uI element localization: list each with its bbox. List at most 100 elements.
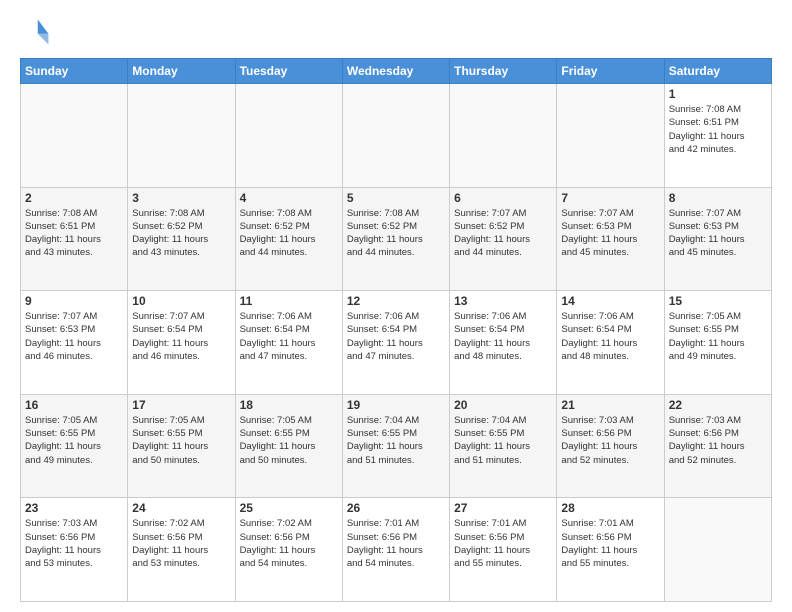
calendar-week-row: 16 Sunrise: 7:05 AM Sunset: 6:55 PM Dayli… [21, 394, 772, 498]
calendar-day-header: Tuesday [235, 59, 342, 84]
day-number: 11 [240, 294, 338, 308]
calendar-day-cell: 1 Sunrise: 7:08 AM Sunset: 6:51 PM Daylig… [664, 84, 771, 188]
calendar-day-cell [664, 498, 771, 602]
logo [20, 16, 56, 48]
calendar-day-cell: 18 Sunrise: 7:05 AM Sunset: 6:55 PM Dayli… [235, 394, 342, 498]
day-info: Sunrise: 7:07 AM Sunset: 6:54 PM Dayligh… [132, 310, 230, 363]
day-info: Sunrise: 7:03 AM Sunset: 6:56 PM Dayligh… [561, 414, 659, 467]
calendar-day-header: Saturday [664, 59, 771, 84]
day-number: 5 [347, 191, 445, 205]
day-info: Sunrise: 7:08 AM Sunset: 6:52 PM Dayligh… [347, 207, 445, 260]
day-number: 13 [454, 294, 552, 308]
day-number: 6 [454, 191, 552, 205]
day-number: 1 [669, 87, 767, 101]
day-info: Sunrise: 7:01 AM Sunset: 6:56 PM Dayligh… [561, 517, 659, 570]
day-number: 15 [669, 294, 767, 308]
calendar-day-cell: 23 Sunrise: 7:03 AM Sunset: 6:56 PM Dayli… [21, 498, 128, 602]
day-number: 23 [25, 501, 123, 515]
day-number: 26 [347, 501, 445, 515]
day-info: Sunrise: 7:05 AM Sunset: 6:55 PM Dayligh… [25, 414, 123, 467]
day-info: Sunrise: 7:05 AM Sunset: 6:55 PM Dayligh… [132, 414, 230, 467]
day-info: Sunrise: 7:08 AM Sunset: 6:51 PM Dayligh… [25, 207, 123, 260]
calendar-day-cell [21, 84, 128, 188]
calendar-day-cell: 28 Sunrise: 7:01 AM Sunset: 6:56 PM Dayli… [557, 498, 664, 602]
day-number: 16 [25, 398, 123, 412]
day-number: 22 [669, 398, 767, 412]
calendar-day-cell: 13 Sunrise: 7:06 AM Sunset: 6:54 PM Dayli… [450, 291, 557, 395]
calendar-table: SundayMondayTuesdayWednesdayThursdayFrid… [20, 58, 772, 602]
day-info: Sunrise: 7:08 AM Sunset: 6:52 PM Dayligh… [132, 207, 230, 260]
day-info: Sunrise: 7:06 AM Sunset: 6:54 PM Dayligh… [454, 310, 552, 363]
calendar-day-cell: 9 Sunrise: 7:07 AM Sunset: 6:53 PM Daylig… [21, 291, 128, 395]
calendar-week-row: 2 Sunrise: 7:08 AM Sunset: 6:51 PM Daylig… [21, 187, 772, 291]
day-info: Sunrise: 7:01 AM Sunset: 6:56 PM Dayligh… [347, 517, 445, 570]
calendar-day-header: Thursday [450, 59, 557, 84]
day-info: Sunrise: 7:07 AM Sunset: 6:53 PM Dayligh… [25, 310, 123, 363]
day-info: Sunrise: 7:06 AM Sunset: 6:54 PM Dayligh… [347, 310, 445, 363]
calendar-week-row: 1 Sunrise: 7:08 AM Sunset: 6:51 PM Daylig… [21, 84, 772, 188]
calendar-day-cell: 17 Sunrise: 7:05 AM Sunset: 6:55 PM Dayli… [128, 394, 235, 498]
calendar-day-cell: 11 Sunrise: 7:06 AM Sunset: 6:54 PM Dayli… [235, 291, 342, 395]
day-info: Sunrise: 7:05 AM Sunset: 6:55 PM Dayligh… [240, 414, 338, 467]
day-number: 24 [132, 501, 230, 515]
calendar-day-header: Sunday [21, 59, 128, 84]
calendar-day-cell: 10 Sunrise: 7:07 AM Sunset: 6:54 PM Dayli… [128, 291, 235, 395]
calendar-day-cell [557, 84, 664, 188]
day-number: 19 [347, 398, 445, 412]
day-info: Sunrise: 7:07 AM Sunset: 6:53 PM Dayligh… [669, 207, 767, 260]
calendar-week-row: 23 Sunrise: 7:03 AM Sunset: 6:56 PM Dayli… [21, 498, 772, 602]
day-number: 3 [132, 191, 230, 205]
page: SundayMondayTuesdayWednesdayThursdayFrid… [0, 0, 792, 612]
day-number: 8 [669, 191, 767, 205]
day-number: 25 [240, 501, 338, 515]
calendar-day-cell: 20Sunrise: 7:04 AM Sunset: 6:55 PM Dayli… [450, 394, 557, 498]
day-number: 20 [454, 398, 552, 412]
calendar-day-cell: 6 Sunrise: 7:07 AM Sunset: 6:52 PM Daylig… [450, 187, 557, 291]
day-number: 10 [132, 294, 230, 308]
calendar-day-cell: 15 Sunrise: 7:05 AM Sunset: 6:55 PM Dayli… [664, 291, 771, 395]
day-info: Sunrise: 7:02 AM Sunset: 6:56 PM Dayligh… [132, 517, 230, 570]
calendar-day-header: Wednesday [342, 59, 449, 84]
calendar-day-cell: 5 Sunrise: 7:08 AM Sunset: 6:52 PM Daylig… [342, 187, 449, 291]
day-info: Sunrise: 7:03 AM Sunset: 6:56 PM Dayligh… [25, 517, 123, 570]
calendar-day-cell: 12 Sunrise: 7:06 AM Sunset: 6:54 PM Dayli… [342, 291, 449, 395]
day-info: Sunrise: 7:06 AM Sunset: 6:54 PM Dayligh… [240, 310, 338, 363]
calendar-day-cell [342, 84, 449, 188]
calendar-day-cell: 3 Sunrise: 7:08 AM Sunset: 6:52 PM Daylig… [128, 187, 235, 291]
day-number: 7 [561, 191, 659, 205]
day-number: 4 [240, 191, 338, 205]
day-info: Sunrise: 7:05 AM Sunset: 6:55 PM Dayligh… [669, 310, 767, 363]
calendar-day-cell: 24 Sunrise: 7:02 AM Sunset: 6:56 PM Dayli… [128, 498, 235, 602]
calendar-day-cell: 22 Sunrise: 7:03 AM Sunset: 6:56 PM Dayli… [664, 394, 771, 498]
day-number: 18 [240, 398, 338, 412]
day-number: 21 [561, 398, 659, 412]
logo-icon [20, 16, 52, 48]
calendar-week-row: 9 Sunrise: 7:07 AM Sunset: 6:53 PM Daylig… [21, 291, 772, 395]
calendar-day-cell: 4Sunrise: 7:08 AM Sunset: 6:52 PM Daylig… [235, 187, 342, 291]
calendar-day-cell [450, 84, 557, 188]
day-number: 28 [561, 501, 659, 515]
calendar-day-header: Monday [128, 59, 235, 84]
day-number: 17 [132, 398, 230, 412]
day-info: Sunrise: 7:03 AM Sunset: 6:56 PM Dayligh… [669, 414, 767, 467]
day-info: Sunrise: 7:01 AM Sunset: 6:56 PM Dayligh… [454, 517, 552, 570]
calendar-day-cell: 7Sunrise: 7:07 AM Sunset: 6:53 PM Daylig… [557, 187, 664, 291]
day-info: Sunrise: 7:08 AM Sunset: 6:51 PM Dayligh… [669, 103, 767, 156]
calendar-day-cell: 27Sunrise: 7:01 AM Sunset: 6:56 PM Dayli… [450, 498, 557, 602]
day-number: 9 [25, 294, 123, 308]
calendar-header-row: SundayMondayTuesdayWednesdayThursdayFrid… [21, 59, 772, 84]
calendar-day-cell: 21 Sunrise: 7:03 AM Sunset: 6:56 PM Dayli… [557, 394, 664, 498]
day-number: 12 [347, 294, 445, 308]
calendar-day-cell: 2 Sunrise: 7:08 AM Sunset: 6:51 PM Daylig… [21, 187, 128, 291]
calendar-day-cell: 16 Sunrise: 7:05 AM Sunset: 6:55 PM Dayli… [21, 394, 128, 498]
calendar-day-cell [128, 84, 235, 188]
calendar-day-cell [235, 84, 342, 188]
header [20, 16, 772, 48]
calendar-day-cell: 26 Sunrise: 7:01 AM Sunset: 6:56 PM Dayli… [342, 498, 449, 602]
day-info: Sunrise: 7:07 AM Sunset: 6:52 PM Dayligh… [454, 207, 552, 260]
day-info: Sunrise: 7:02 AM Sunset: 6:56 PM Dayligh… [240, 517, 338, 570]
calendar-day-cell: 14Sunrise: 7:06 AM Sunset: 6:54 PM Dayli… [557, 291, 664, 395]
day-number: 2 [25, 191, 123, 205]
calendar-day-cell: 8 Sunrise: 7:07 AM Sunset: 6:53 PM Daylig… [664, 187, 771, 291]
day-number: 14 [561, 294, 659, 308]
